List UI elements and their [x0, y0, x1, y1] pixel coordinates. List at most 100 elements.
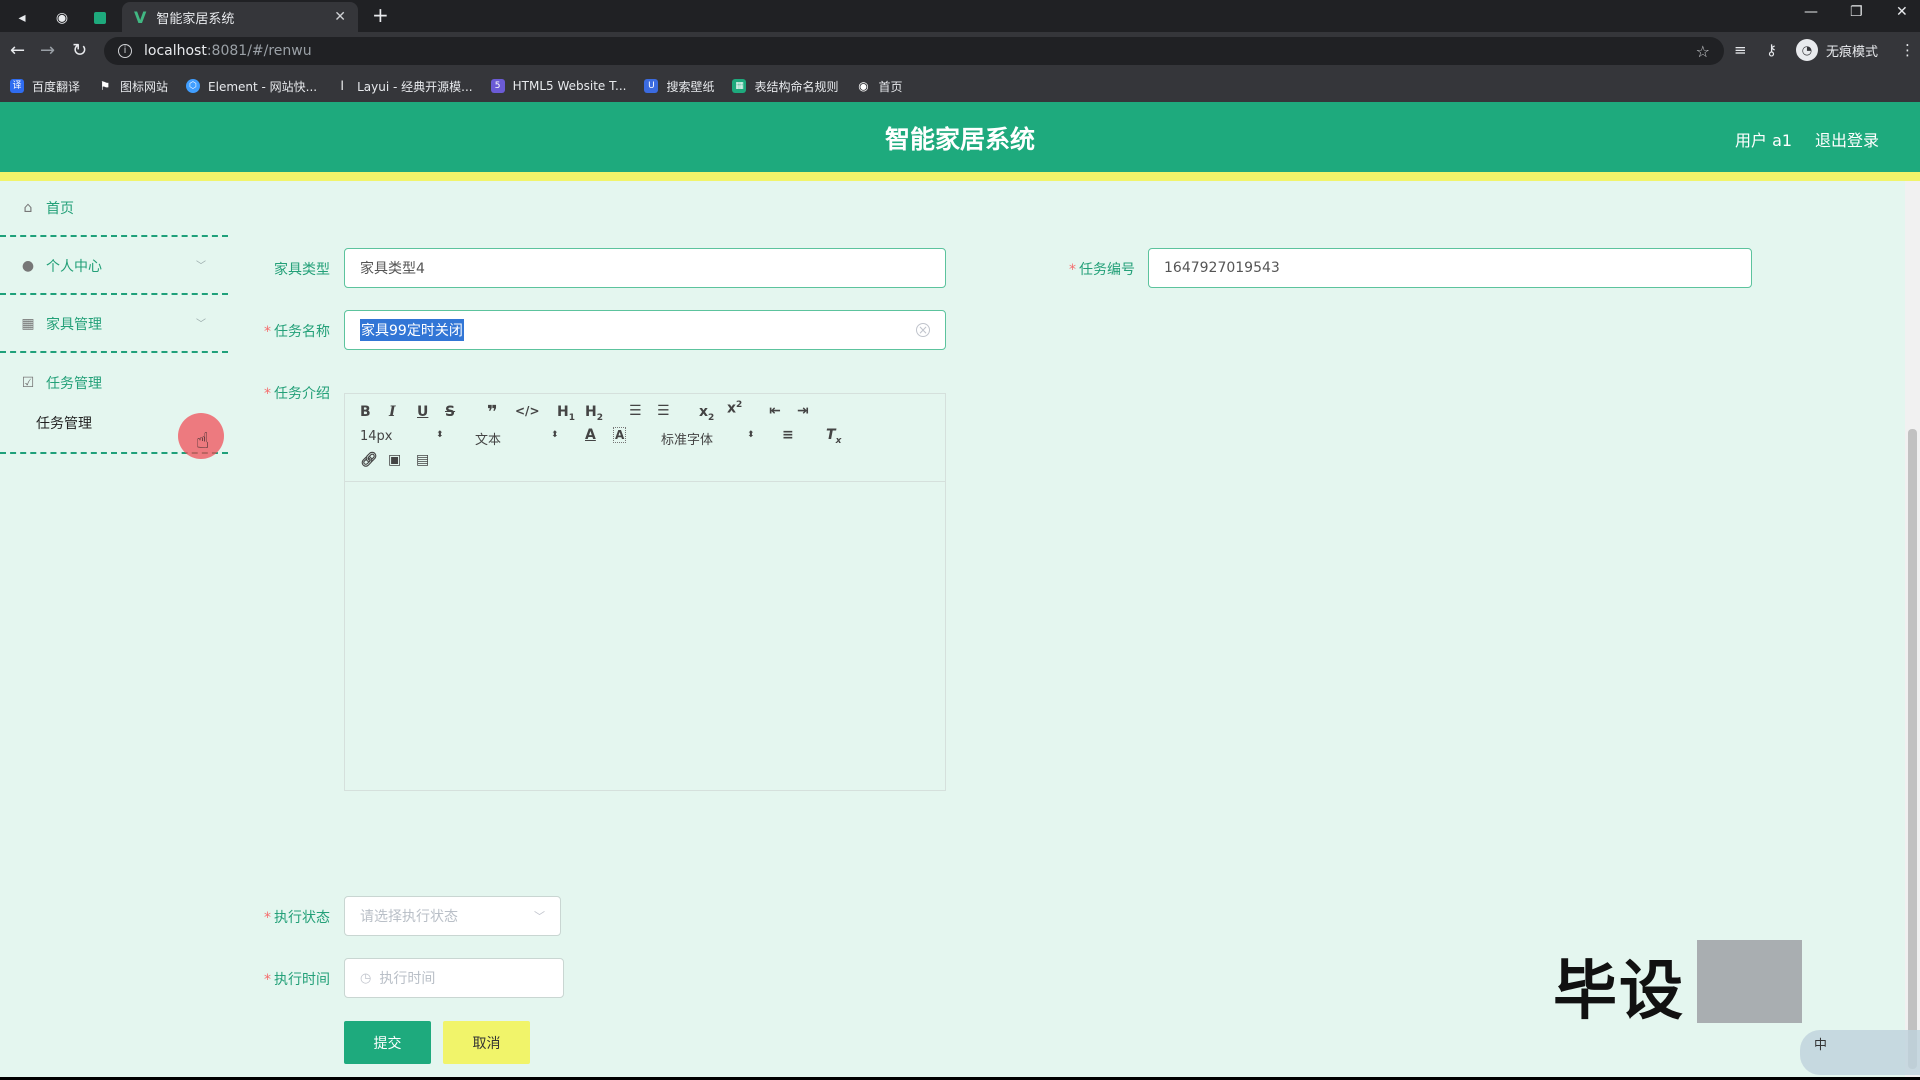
text-style-select[interactable]: 文本 ⬍ — [475, 429, 560, 448]
minimize-icon[interactable]: — — [1804, 4, 1818, 20]
html5-icon: 5 — [490, 79, 505, 93]
blurred-overlay — [1697, 940, 1802, 1023]
element-icon: ⬡ — [186, 79, 201, 93]
bookmark-item[interactable]: 5 HTML5 Website T... — [490, 79, 626, 93]
image-icon[interactable]: ▣ — [388, 452, 401, 468]
bookmark-item[interactable]: ▦ 表结构命名规则 — [732, 78, 838, 95]
sidebar-item-home[interactable]: ⌂ 首页 — [0, 181, 228, 237]
exec-status-select[interactable]: 请选择执行状态 ﹀ — [344, 896, 561, 936]
menu-kebab-icon[interactable]: ⋮ — [1900, 41, 1915, 59]
translate-icon: 译 — [10, 79, 24, 93]
task-intro-label: * 任务介绍 — [264, 386, 330, 402]
page-scrollbar[interactable] — [1905, 181, 1920, 1077]
rich-text-editor: B I U S ❞ </> H1 H2 ☰ ☰ x2 x2 ⇤ ⇥ 14px ⬍ … — [344, 393, 946, 791]
back-icon[interactable]: ← — [10, 40, 25, 61]
watermark-text: 毕设 — [1553, 955, 1685, 1029]
sidebar-subitem-tasks[interactable]: 任务管理 — [36, 413, 92, 433]
active-tab[interactable]: V 智能家居系统 ✕ — [122, 2, 358, 32]
exec-status-label: * 执行状态 — [264, 910, 330, 926]
task-name-value: 家具99定时关闭 — [360, 319, 464, 341]
new-tab-icon[interactable]: + — [372, 3, 389, 27]
font-size-select[interactable]: 14px ⬍ — [360, 429, 445, 444]
video-icon[interactable]: ▤ — [416, 452, 429, 468]
sidebar-item-furniture[interactable]: ▦ 家具管理 ﹀ — [0, 297, 228, 353]
italic-icon[interactable]: I — [389, 404, 396, 420]
logout-button[interactable]: 退出登录 — [1815, 127, 1879, 151]
pinned-tab-icon[interactable] — [82, 4, 118, 32]
background-color-icon[interactable]: A — [613, 427, 627, 443]
bookmark-item[interactable]: l Layui - 经典开源模... — [335, 78, 472, 95]
url-host: localhost — [144, 43, 207, 59]
info-icon[interactable]: i — [118, 44, 132, 58]
bookmark-item[interactable]: U 搜索壁纸 — [644, 78, 714, 95]
subscript-icon[interactable]: x2 — [699, 404, 714, 423]
ordered-list-icon[interactable]: ☰ — [629, 403, 642, 419]
font-family-select[interactable]: 标准字体 ⬍ — [661, 429, 755, 448]
select-arrows-icon: ⬍ — [436, 430, 444, 440]
indent-icon[interactable]: ⇥ — [797, 403, 809, 419]
incognito-indicator[interactable]: ◔ 无痕模式 — [1796, 39, 1878, 61]
clock-icon: ◷ — [360, 970, 372, 986]
flag-icon: ⚑ — [99, 79, 111, 93]
exec-time-picker[interactable]: ◷ 执行时间 — [344, 958, 564, 998]
editor-toolbar: B I U S ❞ </> H1 H2 ☰ ☰ x2 x2 ⇤ ⇥ 14px ⬍ … — [345, 394, 945, 482]
table-icon: ▦ — [732, 79, 747, 93]
furniture-type-input[interactable]: 家具类型4 — [344, 248, 946, 288]
bold-icon[interactable]: B — [360, 404, 371, 420]
task-number-label: * 任务编号 — [1069, 262, 1135, 278]
clear-format-icon[interactable]: Tx — [826, 427, 841, 446]
app-header: 智能家居系统 用户 a1 退出登录 — [0, 102, 1920, 172]
outdent-icon[interactable]: ⇤ — [769, 403, 781, 419]
task-number-input[interactable]: 1647927019543 — [1148, 248, 1752, 288]
sidebar-item-tasks[interactable]: ☑ 任务管理 — [0, 355, 228, 411]
sidebar-item-profile[interactable]: ● 个人中心 ﹀ — [0, 239, 228, 295]
incognito-label: 无痕模式 — [1826, 44, 1879, 60]
blockquote-icon[interactable]: ❞ — [487, 402, 498, 423]
mute-icon[interactable]: ◂ — [4, 4, 40, 32]
bookmark-star-icon[interactable]: ☆ — [1696, 42, 1710, 61]
code-icon[interactable]: </> — [515, 404, 540, 418]
app-title: 智能家居系统 — [884, 125, 1035, 154]
underline-icon[interactable]: U — [417, 404, 428, 420]
bullet-list-icon[interactable]: ☰ — [657, 403, 670, 419]
reading-list-icon[interactable]: ≡ — [1734, 41, 1747, 59]
url-path: :8081/#/renwu — [206, 43, 312, 59]
close-tab-icon[interactable]: ✕ — [334, 9, 346, 25]
align-icon[interactable]: ≡ — [782, 427, 794, 443]
reload-icon[interactable]: ↻ — [72, 40, 87, 61]
bookmark-item[interactable]: ◉ 首页 — [856, 78, 902, 95]
clear-icon[interactable]: × — [916, 323, 930, 337]
bookmark-item[interactable]: ⬡ Element - 网站快... — [186, 78, 317, 95]
bookmark-item[interactable]: 译百度翻译 — [10, 78, 80, 95]
incognito-icon: ◔ — [1796, 39, 1818, 61]
editor-content-area[interactable] — [345, 483, 945, 790]
font-color-icon[interactable]: A — [585, 427, 596, 443]
submit-button[interactable]: 提交 — [344, 1021, 431, 1064]
exec-time-label: * 执行时间 — [264, 972, 330, 988]
globe-tab-icon[interactable]: ◉ — [44, 4, 80, 32]
forward-icon[interactable]: → — [40, 40, 55, 61]
cancel-button[interactable]: 取消 — [443, 1021, 530, 1064]
grid-icon: ▦ — [21, 316, 35, 332]
link-icon[interactable]: 🔗︎ — [360, 452, 378, 468]
superscript-icon[interactable]: x2 — [727, 400, 742, 417]
address-bar[interactable]: i localhost :8081/#/renwu ☆ — [104, 37, 1724, 65]
bookmarks-bar: 译百度翻译 ⚑ 图标网站 ⬡ Element - 网站快... l Layui - 经… — [0, 70, 1920, 102]
user-icon: ● — [21, 258, 35, 274]
chevron-down-icon: ﹀ — [196, 319, 206, 330]
browser-toolbar: ← → ↻ i localhost :8081/#/renwu ☆ ≡ ⚷ ◔ … — [0, 32, 1920, 70]
window-close-icon[interactable]: ✕ — [1896, 4, 1908, 20]
bookmark-item[interactable]: ⚑ 图标网站 — [98, 78, 168, 95]
task-name-label: * 任务名称 — [264, 324, 330, 340]
chevron-down-icon: ﹀ — [196, 261, 206, 272]
furniture-type-label: 家具类型 — [274, 262, 330, 278]
task-name-input[interactable]: 家具99定时关闭 × — [344, 310, 946, 350]
key-icon[interactable]: ⚷ — [1766, 41, 1777, 59]
heading1-icon[interactable]: H1 — [557, 404, 575, 423]
scrollbar-thumb[interactable] — [1908, 429, 1917, 1069]
hand-cursor-icon: ☝ — [196, 429, 210, 454]
heading2-icon[interactable]: H2 — [585, 404, 603, 423]
strikethrough-icon[interactable]: S — [445, 404, 455, 420]
restore-icon[interactable]: ❐ — [1850, 4, 1863, 20]
home-icon: ⌂ — [23, 200, 33, 216]
